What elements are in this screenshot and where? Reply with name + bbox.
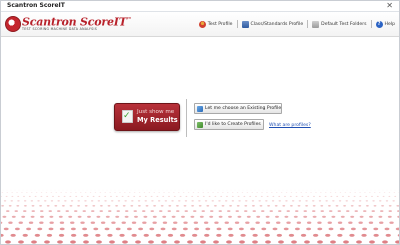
toolbar-divider (370, 20, 372, 28)
choose-existing-profile-button[interactable]: Let me choose an Existing Profile (194, 103, 282, 114)
close-icon[interactable]: ✕ (386, 1, 393, 11)
existing-profile-icon (197, 105, 203, 112)
default-test-folders-button[interactable]: Default Test Folders (312, 20, 367, 28)
window-title: Scantron ScoreIT (7, 2, 65, 9)
main-content: ✓ Just show me My Results Let me choose … (1, 37, 399, 244)
brand-trademark: ™ (126, 17, 132, 23)
checkmark-icon: ✓ (123, 111, 131, 121)
show-my-results-button[interactable]: ✓ Just show me My Results (114, 103, 180, 131)
create-profiles-button[interactable]: I'd like to Create Profiles (194, 119, 264, 130)
create-profiles-label: I'd like to Create Profiles (205, 122, 261, 127)
help-icon: ? (375, 20, 383, 28)
app-header: Scantron ScoreIT™ TEST SCORING MACHINE D… (1, 12, 399, 37)
window-titlebar: Scantron ScoreIT ✕ (1, 1, 399, 12)
toolbar-divider (236, 20, 238, 28)
what-are-profiles-link[interactable]: What are profiles? (269, 123, 311, 128)
default-test-folders-label: Default Test Folders (321, 21, 367, 27)
scantron-logo-icon (5, 16, 21, 32)
vertical-divider (186, 99, 187, 137)
help-label: Help (384, 21, 395, 27)
class-standards-icon (241, 20, 249, 28)
class-standards-label: Class/Standards Profile (250, 21, 304, 27)
create-profile-icon (197, 121, 203, 128)
results-button-line2: My Results (137, 116, 178, 124)
results-button-line1: Just show me (137, 109, 175, 115)
class-standards-profile-button[interactable]: Class/Standards Profile (241, 20, 304, 28)
app-window: Scantron ScoreIT ✕ Scantron ScoreIT™ TES… (0, 0, 400, 245)
brand-tagline: TEST SCORING MACHINE DATA ANALYSIS (22, 27, 98, 31)
document-check-icon: ✓ (122, 110, 133, 123)
toolbar-divider (307, 20, 309, 28)
top-toolbar: Test Profile Class/Standards Profile Def… (198, 18, 395, 30)
profile-icon (198, 20, 206, 28)
scantron-logo: Scantron ScoreIT™ TEST SCORING MACHINE D… (5, 14, 132, 34)
test-profile-button[interactable]: Test Profile (198, 20, 233, 28)
decorative-dotted-floor (1, 189, 399, 244)
help-button[interactable]: ? Help (375, 20, 395, 28)
choose-existing-profile-label: Let me choose an Existing Profile (205, 106, 282, 111)
folder-icon (312, 20, 320, 28)
test-profile-label: Test Profile (207, 21, 233, 27)
